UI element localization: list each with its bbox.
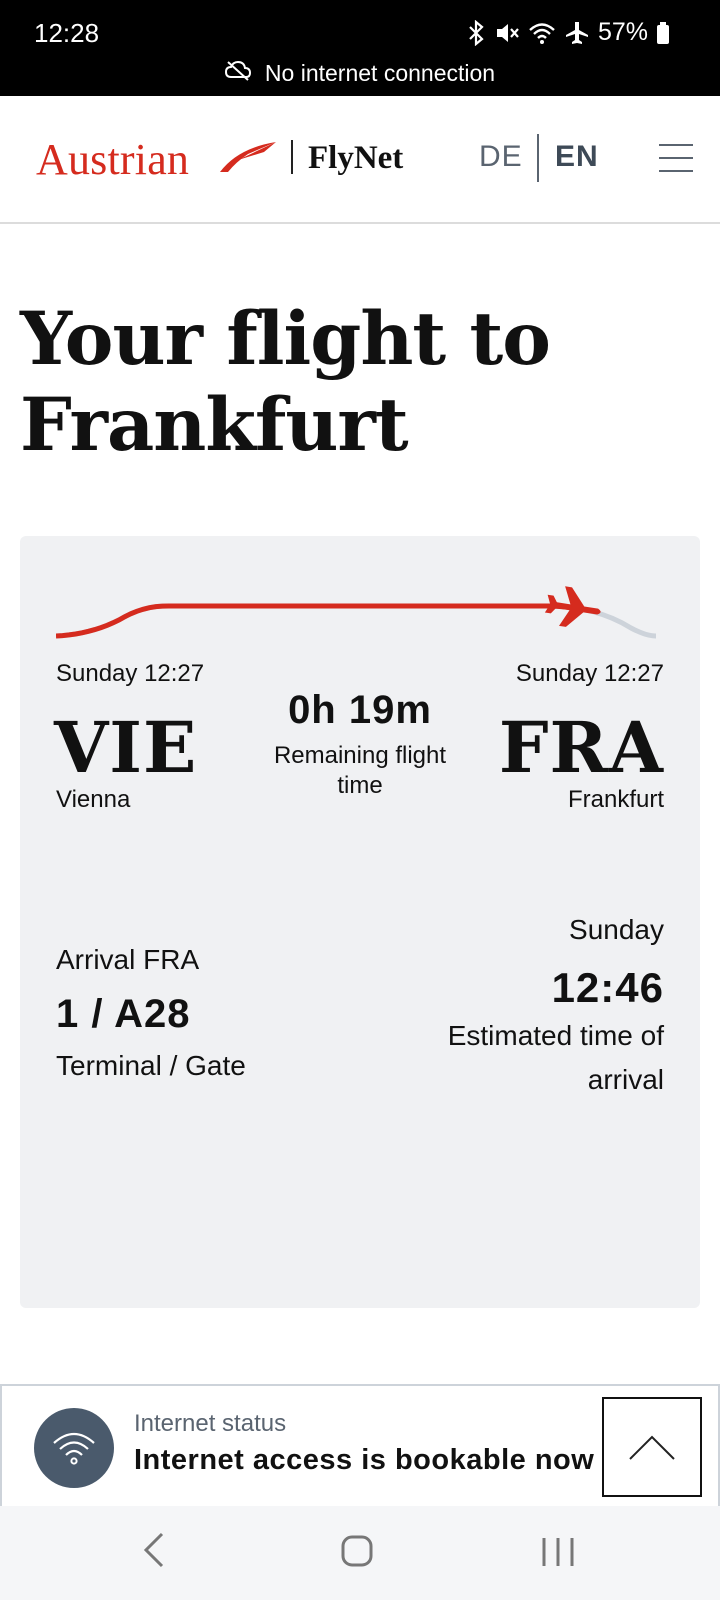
- hamburger-menu-icon[interactable]: [659, 144, 693, 172]
- internet-status-text: Internet access is bookable now: [134, 1444, 595, 1476]
- language-de[interactable]: DE: [479, 140, 523, 174]
- wifi-status-icon: [34, 1408, 114, 1488]
- departure-code: VIE: [54, 706, 198, 789]
- eta-label: Estimated time of arrival: [447, 1020, 664, 1095]
- wifi-icon: [528, 20, 556, 46]
- scroll-to-top-button[interactable]: [602, 1397, 702, 1497]
- departure-city: Vienna: [56, 786, 131, 813]
- internet-status-label: Internet status: [134, 1410, 287, 1437]
- brand-arrow-icon: [220, 142, 276, 172]
- connection-notice: No internet connection: [0, 60, 720, 87]
- status-icons: 57%: [466, 18, 670, 47]
- connection-notice-text: No internet connection: [264, 60, 496, 86]
- route-progress: [56, 586, 656, 639]
- system-nav-bar: [0, 1506, 720, 1600]
- brand-divider: [291, 140, 293, 174]
- home-icon[interactable]: [340, 1534, 374, 1568]
- remaining-flight-time: 0h 19m Remaining flight time: [260, 688, 460, 801]
- battery-percent: 57%: [597, 18, 648, 46]
- product-name: FlyNet: [308, 140, 404, 176]
- remaining-time-label: Remaining flight time: [273, 742, 447, 799]
- brand-logo-text[interactable]: Austrian: [36, 134, 189, 185]
- arrival-time: Sunday 12:27: [515, 660, 664, 687]
- mute-icon: [494, 20, 520, 46]
- battery-icon: [656, 21, 670, 45]
- arrival-city: Frankfurt: [567, 786, 664, 813]
- app-header: Austrian FlyNet DE EN: [0, 96, 720, 224]
- status-time: 12:28: [34, 18, 100, 48]
- departure-time: Sunday 12:27: [56, 660, 205, 687]
- terminal-gate-value: 1 / A28: [56, 992, 191, 1036]
- page-title: Your flight to Frankfurt: [20, 296, 551, 468]
- back-icon[interactable]: [140, 1530, 170, 1570]
- chevron-up-icon: [629, 1435, 675, 1460]
- flight-status-card: Sunday 12:27 Sunday 12:27 VIE FRA Vienna…: [20, 536, 700, 1308]
- recent-apps-icon[interactable]: [540, 1536, 576, 1568]
- language-divider: [537, 134, 539, 182]
- arrival-airport-label: Arrival FRA: [56, 944, 200, 975]
- airplane-icon: [564, 20, 590, 46]
- remaining-time-value: 0h 19m: [288, 688, 432, 732]
- cloud-off-icon: [224, 60, 251, 87]
- internet-status-banner[interactable]: Internet status Internet access is booka…: [0, 1384, 720, 1506]
- eta-day: Sunday: [569, 914, 664, 945]
- eta-time: 12:46: [551, 964, 664, 1011]
- status-bar: 12:28 57% No internet connection: [0, 0, 720, 96]
- arrival-code: FRA: [498, 706, 664, 789]
- airplane-position-icon: [544, 586, 601, 627]
- route-flown-line: [56, 603, 577, 639]
- bluetooth-icon: [466, 19, 486, 46]
- terminal-gate-label: Terminal / Gate: [56, 1050, 246, 1081]
- language-en[interactable]: EN: [555, 140, 599, 174]
